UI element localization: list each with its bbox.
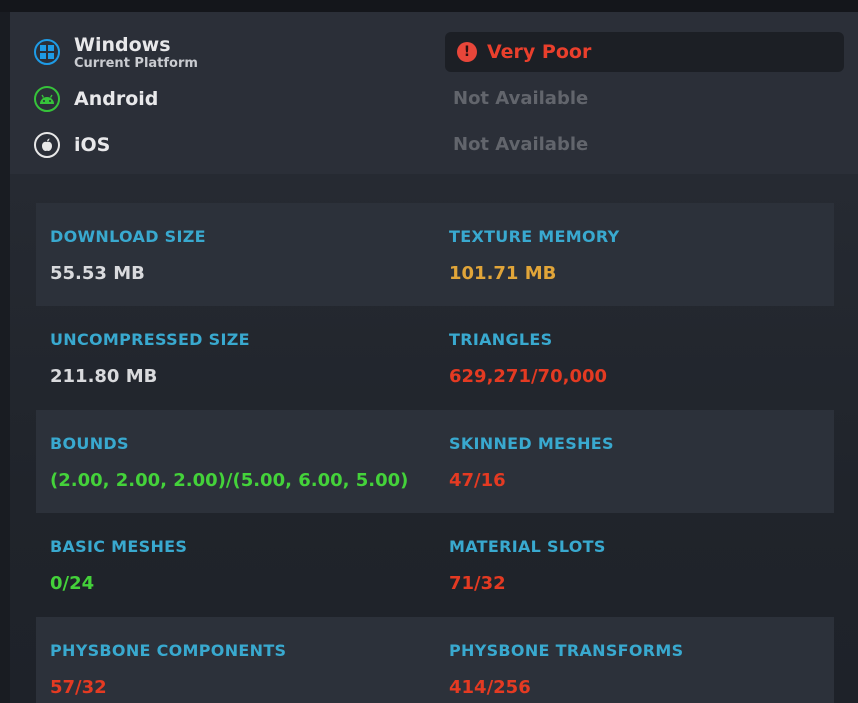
android-icon (34, 86, 60, 112)
windows-icon (34, 39, 60, 65)
apple-icon (34, 132, 60, 158)
stat-row: PHYSBONE COMPONENTS 57/32 PHYSBONE TRANS… (36, 617, 834, 703)
stat-value: (2.00, 2.00, 2.00)/(5.00, 6.00, 5.00) (50, 470, 409, 491)
stat-label: DOWNLOAD SIZE (50, 227, 206, 246)
rating-badge: ! Very Poor (445, 32, 844, 72)
stat-row: BASIC MESHES 0/24 MATERIAL SLOTS 71/32 (36, 513, 834, 616)
stat-value: 101.71 MB (449, 263, 557, 284)
stat-label: MATERIAL SLOTS (449, 537, 606, 556)
platform-windows-text: Windows Current Platform (74, 34, 198, 71)
android-status: Not Available (453, 88, 589, 109)
stat-label: BOUNDS (50, 434, 129, 453)
stat-label: UNCOMPRESSED SIZE (50, 330, 250, 349)
platform-windows[interactable]: Windows Current Platform (34, 32, 198, 72)
stat-label: TRIANGLES (449, 330, 553, 349)
stat-value: 629,271/70,000 (449, 366, 608, 387)
platform-panel: Windows Current Platform Android iOS ! V… (10, 12, 858, 174)
platform-name: Windows (74, 33, 171, 56)
alert-icon: ! (457, 42, 477, 62)
stat-value: 55.53 MB (50, 263, 145, 284)
stat-label: PHYSBONE COMPONENTS (50, 641, 287, 660)
stat-label: BASIC MESHES (50, 537, 188, 556)
rating-label: Very Poor (487, 41, 592, 63)
stat-row: BOUNDS (2.00, 2.00, 2.00)/(5.00, 6.00, 5… (36, 410, 834, 513)
stat-value: 414/256 (449, 677, 531, 698)
stat-value: 0/24 (50, 573, 95, 594)
ios-status: Not Available (453, 134, 589, 155)
stat-row: UNCOMPRESSED SIZE 211.80 MB TRIANGLES 62… (36, 306, 834, 409)
stat-label: PHYSBONE TRANSFORMS (449, 641, 684, 660)
stat-value: 71/32 (449, 573, 506, 594)
stat-value: 57/32 (50, 677, 107, 698)
stat-value: 47/16 (449, 470, 506, 491)
platform-name: iOS (74, 134, 111, 156)
top-strip (0, 0, 858, 12)
stat-value: 211.80 MB (50, 366, 158, 387)
stat-label: TEXTURE MEMORY (449, 227, 620, 246)
platform-ios[interactable]: iOS (34, 125, 110, 165)
platform-subtitle: Current Platform (74, 55, 198, 71)
avatar-performance-window: Windows Current Platform Android iOS ! V… (0, 0, 858, 703)
stats-panel: DOWNLOAD SIZE 55.53 MB TEXTURE MEMORY 10… (10, 174, 858, 703)
platform-android[interactable]: Android (34, 79, 158, 119)
stat-row: DOWNLOAD SIZE 55.53 MB TEXTURE MEMORY 10… (36, 203, 834, 306)
stat-label: SKINNED MESHES (449, 434, 614, 453)
platform-name: Android (74, 88, 159, 110)
